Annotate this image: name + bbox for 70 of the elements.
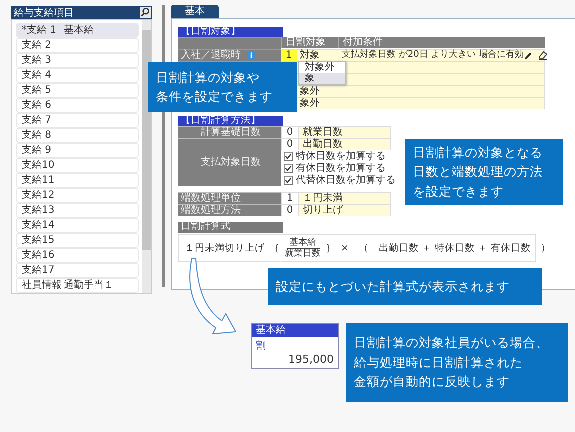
- eraser-icon[interactable]: [538, 51, 548, 60]
- row-label: 入社／退職時: [181, 50, 241, 61]
- callout-text: 日割計算の対象社員がいる場合、: [354, 334, 549, 352]
- checkbox[interactable]: [284, 176, 293, 184]
- brace: ｝: [326, 242, 336, 254]
- list-item[interactable]: 支給10: [16, 158, 139, 173]
- panel-title: 給与支給項目: [14, 6, 74, 20]
- code-value: 0: [282, 127, 299, 138]
- list-item[interactable]: 支給11: [16, 173, 139, 188]
- callout-text: 条件を設定できます: [156, 88, 273, 106]
- callout-text: 給与処理時に日割計算された: [354, 354, 523, 372]
- numerator: 基本給: [286, 238, 320, 248]
- list-item[interactable]: 支給12: [16, 188, 139, 203]
- prorate-mark: 割: [256, 340, 267, 353]
- checkbox[interactable]: [284, 164, 293, 172]
- checkbox-label: 特休日数を加算する: [296, 150, 386, 162]
- denominator: 就業日数: [285, 248, 321, 258]
- row-label: 端数処理方法: [178, 204, 281, 216]
- formula-text: １円未満切り上げ: [185, 242, 265, 254]
- tab[interactable]: 基本: [171, 5, 219, 18]
- list-item[interactable]: 支給 7: [16, 113, 139, 128]
- cell-value: 出勤日数: [302, 139, 343, 150]
- amount: 195,000: [288, 353, 334, 366]
- list-item[interactable]: 支給16: [16, 248, 139, 263]
- row-label: 計算基礎日数: [178, 126, 281, 138]
- cell-value: 就業日数: [302, 127, 343, 138]
- list-item[interactable]: 社員情報 通勤手当１: [16, 278, 139, 293]
- scrollbar[interactable]: [142, 20, 151, 293]
- list-item[interactable]: 支給15: [16, 233, 139, 248]
- code-value: 1: [282, 193, 299, 204]
- checkbox[interactable]: [284, 152, 293, 160]
- list-item[interactable]: 支給 9: [16, 143, 139, 158]
- table-cell: 象外: [297, 97, 338, 109]
- callout-text: 設定にもとづいた計算式が表示されます: [276, 278, 510, 296]
- list-item[interactable]: 支給14: [16, 218, 139, 233]
- list-item[interactable]: *支給 1 基本給: [16, 23, 139, 38]
- column-header: 日割対象: [281, 37, 338, 48]
- list-item[interactable]: 支給 4: [16, 68, 139, 83]
- cell-value: 切り上げ: [302, 205, 343, 216]
- card-title: 基本給: [252, 324, 338, 337]
- code-value: 1: [286, 50, 292, 61]
- callout-text: を設定できます: [413, 182, 504, 201]
- cell-value: １円未満: [302, 193, 343, 204]
- brace: ｛: [270, 242, 280, 254]
- checkbox-label: 代替休日数を加算する: [296, 174, 396, 187]
- callout-text: 日割計算の対象や: [156, 68, 260, 87]
- list-item[interactable]: 支給 8: [16, 128, 139, 143]
- row-label: 端数処理単位: [178, 192, 281, 204]
- list-item[interactable]: 支給13: [16, 203, 139, 218]
- list-item[interactable]: 支給17: [16, 263, 139, 278]
- dropdown-option[interactable]: 象: [299, 73, 345, 84]
- list-item[interactable]: 支給 2: [16, 38, 139, 53]
- callout-text: 日数と端数処理の方法: [413, 163, 543, 182]
- code-value: 0: [282, 139, 299, 150]
- list-item[interactable]: 支給 5: [16, 83, 139, 98]
- table-cell: 象外: [297, 85, 338, 97]
- row-label: 支払対象日数: [178, 138, 281, 186]
- list-item[interactable]: 支給 6: [16, 98, 139, 113]
- table-cell: 対象: [297, 49, 338, 61]
- callout-text: 金額が自動的に反映します: [354, 373, 510, 392]
- search-icon[interactable]: [140, 7, 151, 18]
- column-header: 付加条件: [338, 37, 545, 48]
- list-item[interactable]: 支給 3: [16, 53, 139, 68]
- formula-text: × （ 出勤日数 ＋ 特休日数 ＋ 有休日数 ）: [341, 242, 552, 254]
- checkbox-label: 有休日数を加算する: [296, 162, 386, 174]
- code-value: 0: [282, 205, 299, 216]
- dropdown-option[interactable]: 対象外: [299, 62, 345, 73]
- info-icon[interactable]: [247, 51, 256, 60]
- condition-text: 支払対象日数 が20日 より大きい 場合に有効: [342, 50, 524, 61]
- callout-text: 日割計算の対象となる: [413, 144, 543, 162]
